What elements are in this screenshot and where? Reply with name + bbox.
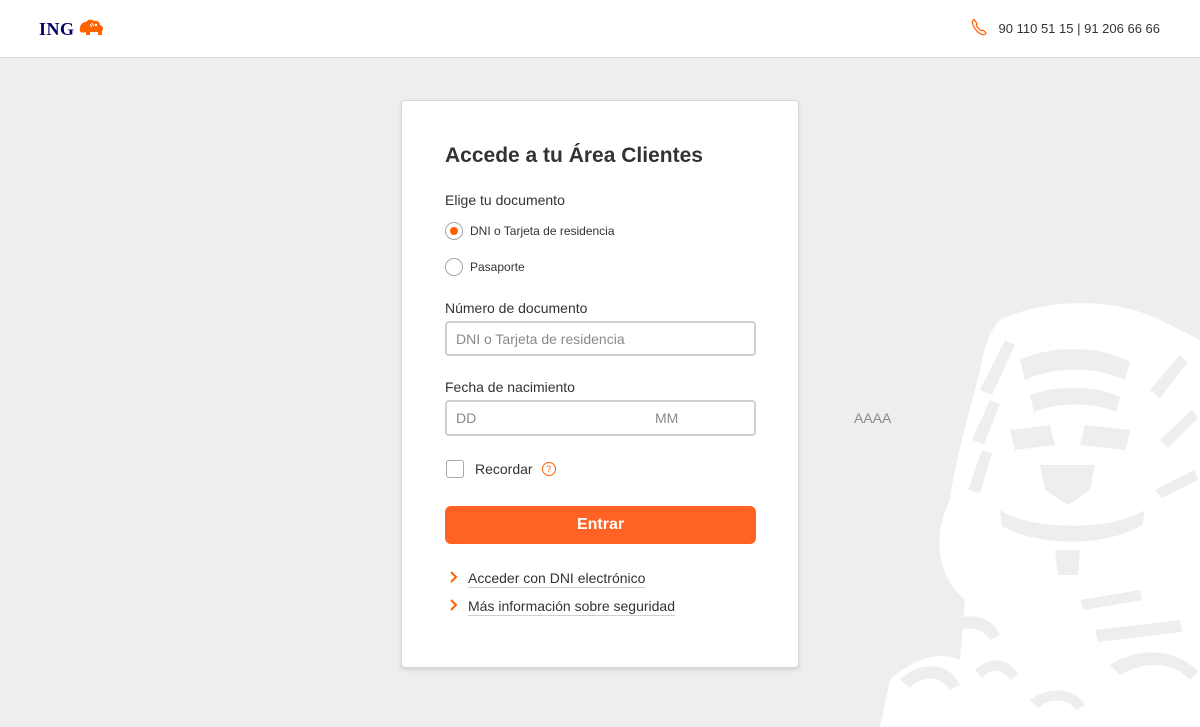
login-card: Accede a tu Área Clientes Elige tu docum…: [401, 100, 1044, 668]
ing-lion-logo-icon: [77, 17, 105, 42]
remember-row: Recordar ?: [446, 460, 556, 478]
question-circle-icon[interactable]: ?: [541, 462, 556, 476]
birthdate-year-input[interactable]: [845, 402, 1044, 434]
phone-icon: [971, 18, 987, 39]
document-type-label: Elige tu documento: [445, 192, 565, 208]
link-security-info-label[interactable]: Más información sobre seguridad: [468, 598, 675, 616]
phone-contact[interactable]: 90 110 51 15 | 91 206 66 66: [971, 18, 1160, 39]
radio-option-passport[interactable]: Pasaporte: [445, 258, 525, 276]
birthdate-month-input[interactable]: [646, 402, 845, 434]
remember-checkbox[interactable]: [446, 460, 464, 478]
remember-label: Recordar: [475, 461, 533, 477]
radio-passport-label: Pasaporte: [470, 260, 525, 274]
radio-dni-label: DNI o Tarjeta de residencia: [470, 224, 615, 238]
radio-dni[interactable]: [445, 222, 463, 240]
logo-text: ING: [39, 18, 75, 39]
lion-watermark-icon: [880, 300, 1200, 727]
link-dni-electronico[interactable]: Acceder con DNI electrónico: [449, 570, 646, 588]
ing-logo[interactable]: ING: [39, 16, 105, 42]
birthdate-day-input[interactable]: [447, 402, 646, 434]
link-security-info[interactable]: Más información sobre seguridad: [449, 598, 675, 616]
link-dni-electronico-label[interactable]: Acceder con DNI electrónico: [468, 570, 646, 588]
radio-option-dni[interactable]: DNI o Tarjeta de residencia: [445, 222, 615, 240]
chevron-right-icon: [449, 598, 459, 616]
birthdate-label: Fecha de nacimiento: [445, 379, 575, 395]
chevron-right-icon: [449, 570, 459, 588]
document-number-label: Número de documento: [445, 300, 588, 316]
phone-numbers: 90 110 51 15 | 91 206 66 66: [998, 21, 1160, 36]
top-header: ING 90 110 51 15 | 91 206 66 66: [0, 0, 1200, 58]
birthdate-field: [445, 400, 1044, 436]
form-title: Accede a tu Área Clientes: [445, 144, 703, 167]
radio-passport[interactable]: [445, 258, 463, 276]
submit-button[interactable]: Entrar: [445, 506, 756, 544]
document-number-input[interactable]: [445, 321, 756, 356]
